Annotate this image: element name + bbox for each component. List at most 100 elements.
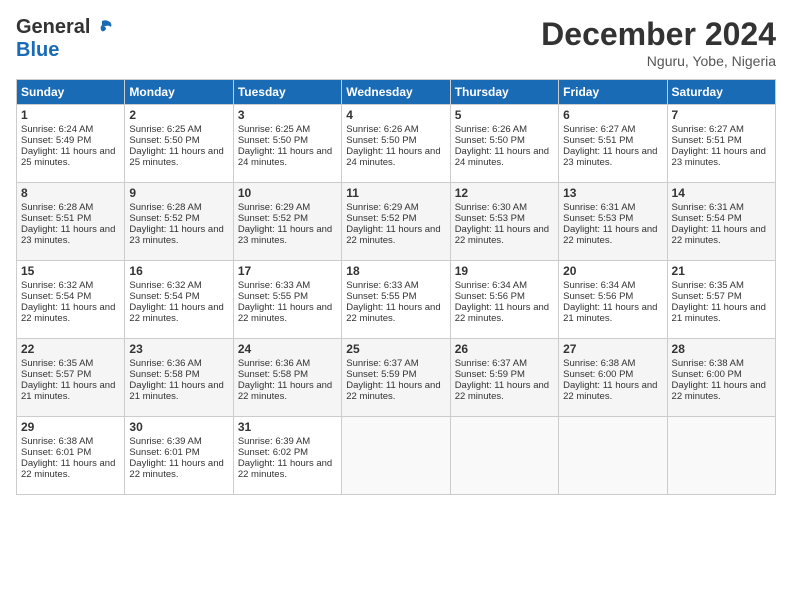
sunset-label: Sunset: 5:53 PM — [563, 213, 633, 224]
sunset-label: Sunset: 6:02 PM — [238, 447, 308, 458]
day-number: 24 — [238, 342, 337, 356]
sunset-label: Sunset: 5:49 PM — [21, 135, 91, 146]
sunset-label: Sunset: 5:50 PM — [455, 135, 525, 146]
day-number: 7 — [672, 108, 771, 122]
sunset-label: Sunset: 5:51 PM — [21, 213, 91, 224]
sunrise-label: Sunrise: 6:25 AM — [238, 124, 310, 135]
daylight-label: Daylight: 11 hours and 22 minutes. — [455, 302, 549, 324]
sunrise-label: Sunrise: 6:33 AM — [238, 280, 310, 291]
daylight-label: Daylight: 11 hours and 22 minutes. — [238, 458, 332, 480]
calendar-cell — [559, 417, 667, 495]
day-number: 11 — [346, 186, 445, 200]
daylight-label: Daylight: 11 hours and 22 minutes. — [563, 380, 657, 402]
daylight-label: Daylight: 11 hours and 22 minutes. — [129, 302, 223, 324]
sunset-label: Sunset: 5:57 PM — [21, 369, 91, 380]
day-number: 10 — [238, 186, 337, 200]
calendar-cell: 29 Sunrise: 6:38 AM Sunset: 6:01 PM Dayl… — [17, 417, 125, 495]
calendar-cell: 15 Sunrise: 6:32 AM Sunset: 5:54 PM Dayl… — [17, 261, 125, 339]
sunset-label: Sunset: 6:00 PM — [563, 369, 633, 380]
calendar-cell: 23 Sunrise: 6:36 AM Sunset: 5:58 PM Dayl… — [125, 339, 233, 417]
weekday-header-wednesday: Wednesday — [342, 80, 450, 105]
sunrise-label: Sunrise: 6:38 AM — [563, 358, 635, 369]
sunset-label: Sunset: 5:50 PM — [129, 135, 199, 146]
sunset-label: Sunset: 5:58 PM — [238, 369, 308, 380]
sunset-label: Sunset: 5:56 PM — [455, 291, 525, 302]
calendar-cell: 9 Sunrise: 6:28 AM Sunset: 5:52 PM Dayli… — [125, 183, 233, 261]
daylight-label: Daylight: 11 hours and 22 minutes. — [346, 380, 440, 402]
calendar-cell: 13 Sunrise: 6:31 AM Sunset: 5:53 PM Dayl… — [559, 183, 667, 261]
daylight-label: Daylight: 11 hours and 22 minutes. — [455, 380, 549, 402]
day-number: 13 — [563, 186, 662, 200]
sunrise-label: Sunrise: 6:28 AM — [21, 202, 93, 213]
day-number: 22 — [21, 342, 120, 356]
sunset-label: Sunset: 5:56 PM — [563, 291, 633, 302]
sunrise-label: Sunrise: 6:33 AM — [346, 280, 418, 291]
daylight-label: Daylight: 11 hours and 22 minutes. — [346, 224, 440, 246]
sunrise-label: Sunrise: 6:27 AM — [563, 124, 635, 135]
daylight-label: Daylight: 11 hours and 22 minutes. — [346, 302, 440, 324]
sunrise-label: Sunrise: 6:27 AM — [672, 124, 744, 135]
calendar-table: SundayMondayTuesdayWednesdayThursdayFrid… — [16, 79, 776, 495]
calendar-cell: 7 Sunrise: 6:27 AM Sunset: 5:51 PM Dayli… — [667, 105, 775, 183]
calendar-cell: 24 Sunrise: 6:36 AM Sunset: 5:58 PM Dayl… — [233, 339, 341, 417]
sunrise-label: Sunrise: 6:26 AM — [455, 124, 527, 135]
sunrise-label: Sunrise: 6:35 AM — [672, 280, 744, 291]
daylight-label: Daylight: 11 hours and 22 minutes. — [21, 302, 115, 324]
daylight-label: Daylight: 11 hours and 22 minutes. — [672, 224, 766, 246]
sunrise-label: Sunrise: 6:29 AM — [238, 202, 310, 213]
day-number: 17 — [238, 264, 337, 278]
daylight-label: Daylight: 11 hours and 24 minutes. — [238, 146, 332, 168]
calendar-cell: 6 Sunrise: 6:27 AM Sunset: 5:51 PM Dayli… — [559, 105, 667, 183]
day-number: 25 — [346, 342, 445, 356]
sunset-label: Sunset: 5:51 PM — [672, 135, 742, 146]
weekday-header-friday: Friday — [559, 80, 667, 105]
day-number: 8 — [21, 186, 120, 200]
calendar-cell: 18 Sunrise: 6:33 AM Sunset: 5:55 PM Dayl… — [342, 261, 450, 339]
sunset-label: Sunset: 5:54 PM — [21, 291, 91, 302]
day-number: 14 — [672, 186, 771, 200]
month-title: December 2024 — [541, 16, 776, 53]
page: General Blue December 2024 Nguru, Yobe, … — [0, 0, 792, 612]
sunrise-label: Sunrise: 6:38 AM — [21, 436, 93, 447]
logo-general: General — [16, 16, 90, 39]
calendar-cell: 21 Sunrise: 6:35 AM Sunset: 5:57 PM Dayl… — [667, 261, 775, 339]
daylight-label: Daylight: 11 hours and 21 minutes. — [672, 302, 766, 324]
day-number: 23 — [129, 342, 228, 356]
day-number: 18 — [346, 264, 445, 278]
sunrise-label: Sunrise: 6:39 AM — [238, 436, 310, 447]
sunset-label: Sunset: 5:58 PM — [129, 369, 199, 380]
logo-bird-icon — [92, 19, 114, 37]
sunset-label: Sunset: 5:57 PM — [672, 291, 742, 302]
sunset-label: Sunset: 5:50 PM — [346, 135, 416, 146]
daylight-label: Daylight: 11 hours and 22 minutes. — [238, 380, 332, 402]
calendar-cell: 20 Sunrise: 6:34 AM Sunset: 5:56 PM Dayl… — [559, 261, 667, 339]
weekday-header-sunday: Sunday — [17, 80, 125, 105]
daylight-label: Daylight: 11 hours and 23 minutes. — [672, 146, 766, 168]
day-number: 4 — [346, 108, 445, 122]
weekday-header-monday: Monday — [125, 80, 233, 105]
day-number: 16 — [129, 264, 228, 278]
calendar-cell: 5 Sunrise: 6:26 AM Sunset: 5:50 PM Dayli… — [450, 105, 558, 183]
weekday-header-tuesday: Tuesday — [233, 80, 341, 105]
day-number: 20 — [563, 264, 662, 278]
daylight-label: Daylight: 11 hours and 23 minutes. — [563, 146, 657, 168]
day-number: 2 — [129, 108, 228, 122]
day-number: 12 — [455, 186, 554, 200]
sunset-label: Sunset: 6:00 PM — [672, 369, 742, 380]
calendar-cell: 16 Sunrise: 6:32 AM Sunset: 5:54 PM Dayl… — [125, 261, 233, 339]
calendar-cell: 3 Sunrise: 6:25 AM Sunset: 5:50 PM Dayli… — [233, 105, 341, 183]
sunset-label: Sunset: 5:52 PM — [129, 213, 199, 224]
day-number: 9 — [129, 186, 228, 200]
sunrise-label: Sunrise: 6:36 AM — [238, 358, 310, 369]
daylight-label: Daylight: 11 hours and 23 minutes. — [238, 224, 332, 246]
calendar-cell: 12 Sunrise: 6:30 AM Sunset: 5:53 PM Dayl… — [450, 183, 558, 261]
sunset-label: Sunset: 5:52 PM — [346, 213, 416, 224]
sunrise-label: Sunrise: 6:37 AM — [346, 358, 418, 369]
day-number: 30 — [129, 420, 228, 434]
sunrise-label: Sunrise: 6:37 AM — [455, 358, 527, 369]
daylight-label: Daylight: 11 hours and 24 minutes. — [346, 146, 440, 168]
sunset-label: Sunset: 5:51 PM — [563, 135, 633, 146]
calendar-cell: 4 Sunrise: 6:26 AM Sunset: 5:50 PM Dayli… — [342, 105, 450, 183]
calendar-cell: 30 Sunrise: 6:39 AM Sunset: 6:01 PM Dayl… — [125, 417, 233, 495]
sunrise-label: Sunrise: 6:24 AM — [21, 124, 93, 135]
